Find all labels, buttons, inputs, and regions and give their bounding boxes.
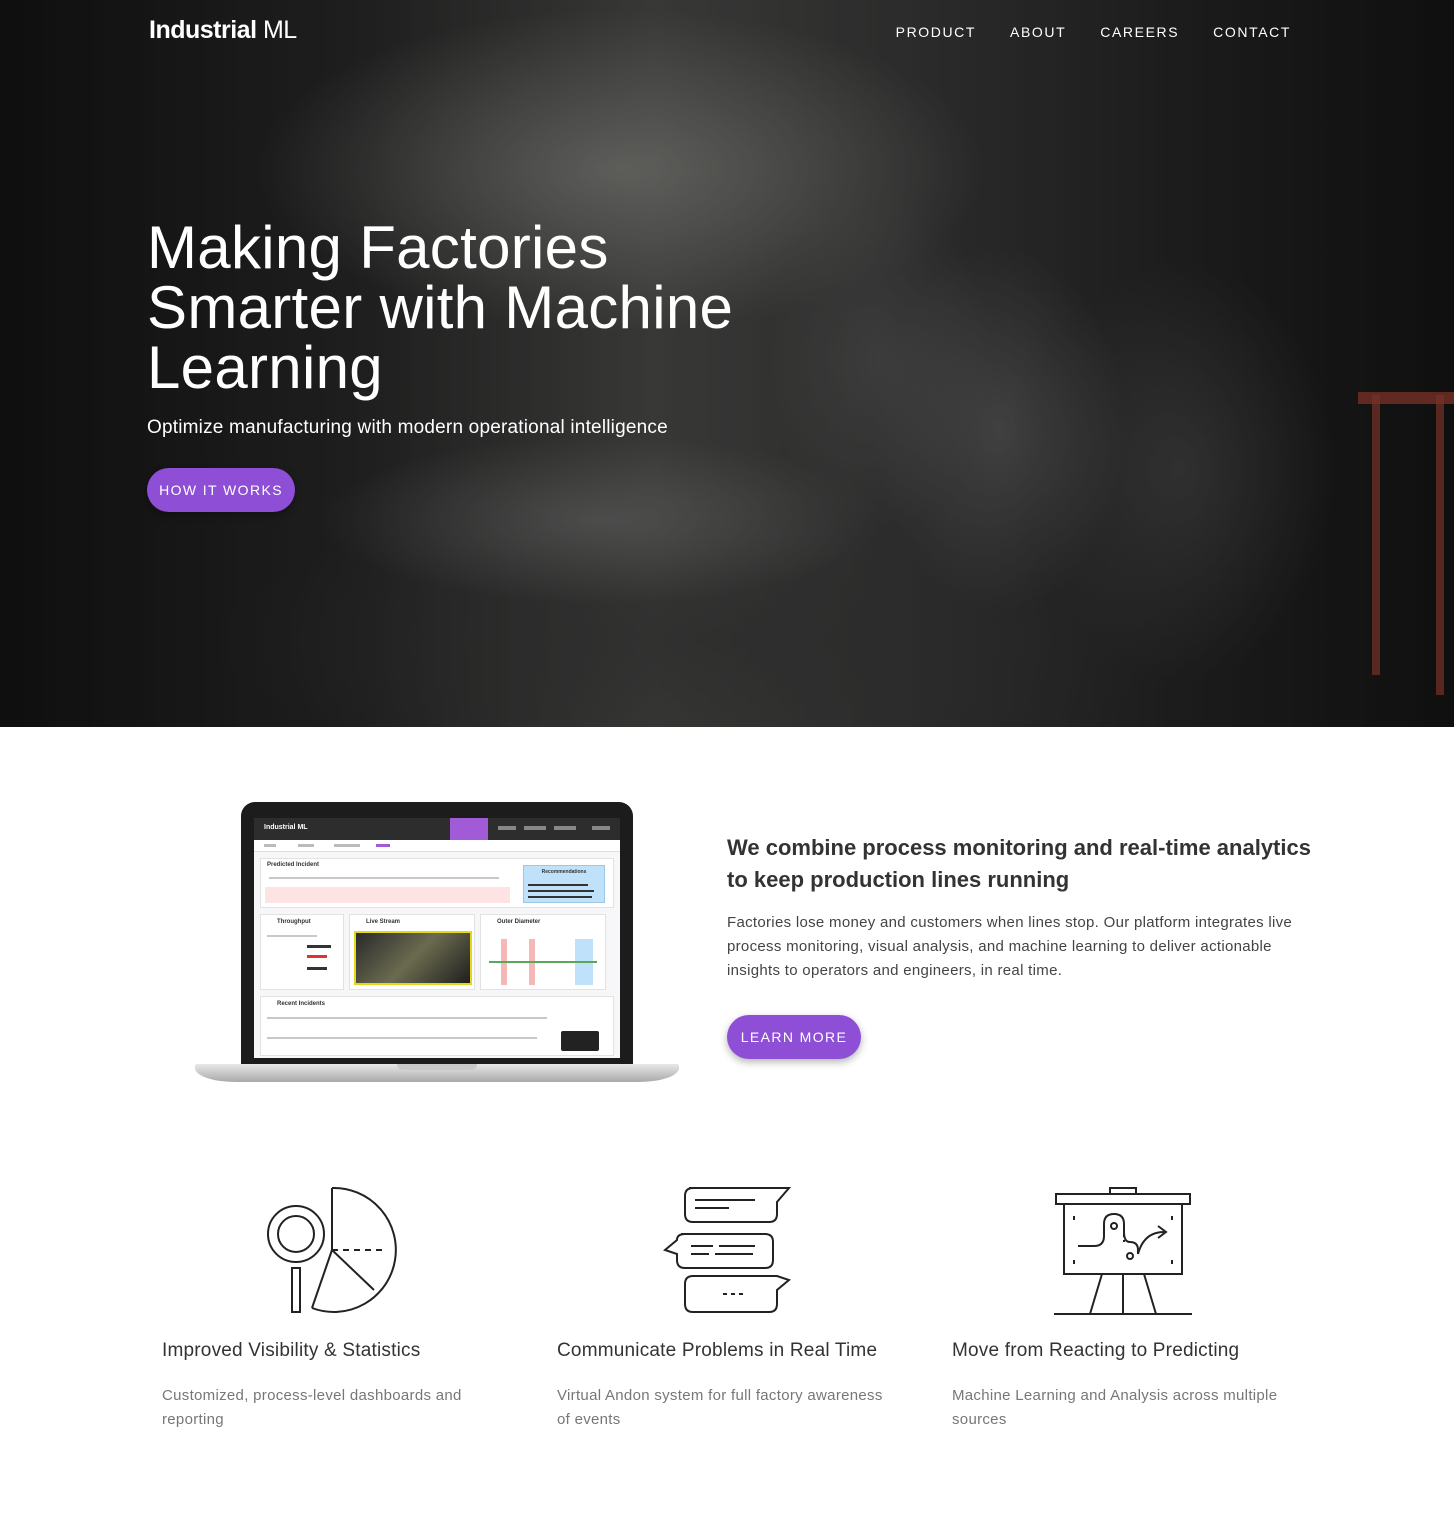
feature-title: Improved Visibility & Statistics [162,1340,421,1361]
live-stream-title: Live Stream [366,919,401,925]
how-it-works-button[interactable]: HOW IT WORKS [147,468,295,512]
predicted-incident-title: Predicted Incident [267,862,320,868]
dashboard-active-tab [450,818,488,840]
dashboard-app-name: Industrial ML [264,824,308,831]
main-nav: PRODUCT ABOUT CAREERS CONTACT [896,24,1291,40]
nav-link-contact[interactable]: CONTACT [1213,24,1291,40]
hero-subtitle: Optimize manufacturing with modern opera… [147,417,668,438]
throughput-title: Throughput [277,919,311,925]
hero-section: Industrial ML PRODUCT ABOUT CAREERS CONT… [0,0,1454,727]
live-stream-card: Live Stream [349,914,475,990]
brand-name-light: ML [256,16,297,44]
nav-link-product[interactable]: PRODUCT [896,24,976,40]
laptop-screen: Industrial ML Predicted Incident Recomme… [241,802,633,1066]
intro-title: We combine process monitoring and real-t… [727,835,1311,892]
throughput-card: Throughput [260,914,344,990]
laptop-notch [397,1064,477,1070]
outer-diameter-title: Outer Diameter [497,919,541,925]
feature-text: Machine Learning and Analysis across mul… [952,1387,1278,1428]
dashboard-subtabs [254,840,620,852]
hero-title: Making Factories Smarter with Machine Le… [147,214,734,401]
dashboard-topbar: Industrial ML [254,818,620,840]
dashboard-screenshot: Industrial ML Predicted Incident Recomme… [254,818,620,1058]
brand-name-bold: Industrial [149,16,257,44]
intro-body: Factories lose money and customers when … [727,914,1293,979]
chat-bubbles-icon [662,1187,792,1313]
recent-incidents-title: Recent Incidents [277,1001,326,1007]
feature-title: Move from Reacting to Predicting [952,1340,1240,1361]
feature-text: Customized, process-level dashboards and… [162,1387,462,1428]
laptop-dashboard-image: Industrial ML Predicted Incident Recomme… [195,802,679,1084]
feature-title: Communicate Problems in Real Time [557,1340,878,1361]
predicted-incident-card: Predicted Incident Recommendations [260,858,614,908]
live-stream-video [354,931,472,985]
brand-logo[interactable]: Industrial ML [149,16,297,45]
magnifier-pie-chart-icon [267,1186,397,1313]
nav-link-careers[interactable]: CAREERS [1100,24,1179,40]
learn-more-button[interactable]: LEARN MORE [727,1015,861,1059]
outer-diameter-card: Outer Diameter [480,914,606,990]
recommendations-box: Recommendations [523,865,605,903]
recent-incidents-card: Recent Incidents [260,996,614,1056]
recommendations-title: Recommendations [541,869,587,875]
incident-row [265,887,510,903]
presentation-board-icon [1054,1187,1192,1315]
feature-text: Virtual Andon system for full factory aw… [557,1387,883,1428]
nav-link-about[interactable]: ABOUT [1010,24,1066,40]
